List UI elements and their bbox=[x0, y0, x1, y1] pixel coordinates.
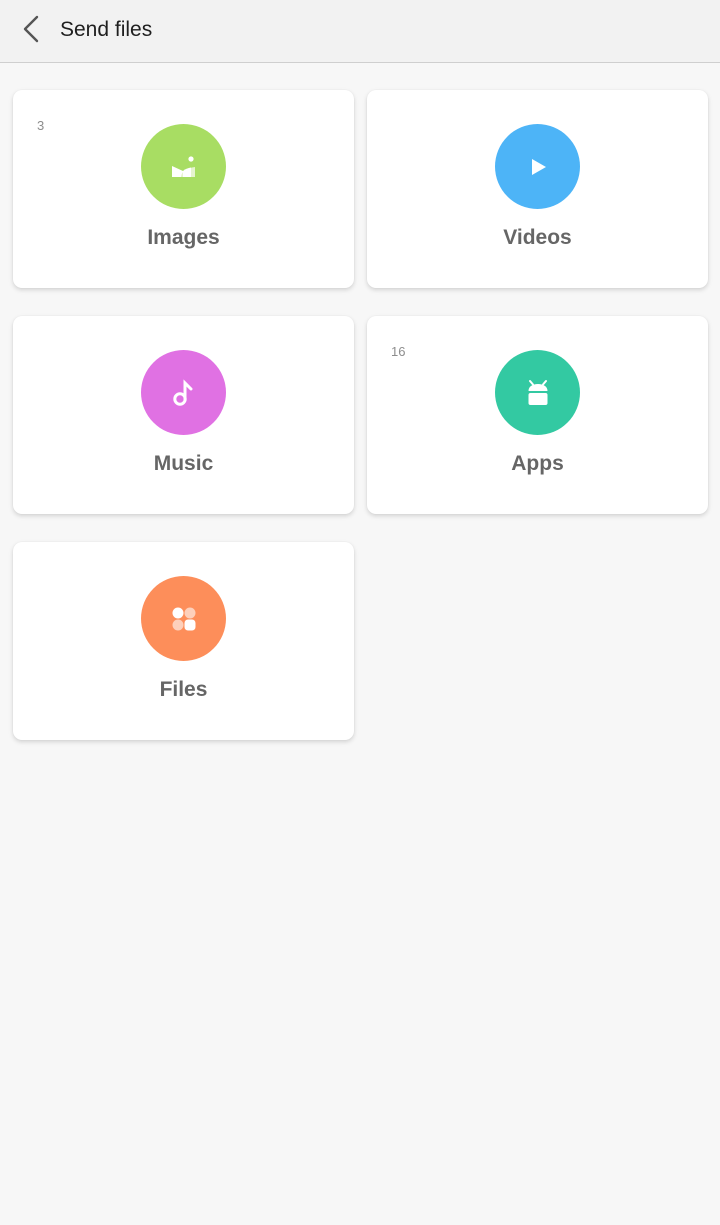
videos-label: Videos bbox=[503, 226, 572, 249]
music-icon-circle bbox=[141, 350, 226, 435]
apps-label: Apps bbox=[511, 452, 564, 475]
back-button[interactable] bbox=[14, 12, 48, 46]
category-card-images[interactable]: 3 Images bbox=[13, 90, 354, 288]
image-icon bbox=[171, 155, 195, 177]
category-card-music[interactable]: Music bbox=[13, 316, 354, 514]
category-card-videos[interactable]: Videos bbox=[367, 90, 708, 288]
files-icon-circle bbox=[141, 576, 226, 661]
images-label: Images bbox=[147, 226, 220, 249]
category-card-files[interactable]: Files bbox=[13, 542, 354, 740]
apps-count: 16 bbox=[391, 344, 406, 359]
videos-icon-circle bbox=[495, 124, 580, 209]
folder-grid-icon bbox=[172, 607, 195, 630]
chevron-left-icon bbox=[23, 15, 39, 43]
music-label: Music bbox=[153, 452, 214, 475]
music-note-icon bbox=[172, 378, 192, 406]
top-bar: Send files bbox=[0, 0, 720, 63]
images-icon-circle bbox=[141, 124, 226, 209]
page-title: Send files bbox=[60, 18, 153, 41]
images-count: 3 bbox=[37, 118, 45, 133]
play-icon bbox=[531, 158, 546, 175]
category-card-apps[interactable]: 16 Apps bbox=[367, 316, 708, 514]
android-icon bbox=[528, 379, 547, 405]
apps-icon-circle bbox=[495, 350, 580, 435]
files-label: Files bbox=[159, 678, 208, 701]
